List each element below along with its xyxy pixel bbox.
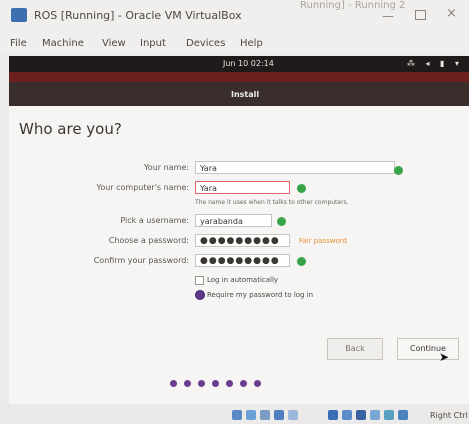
progress-dot [198, 380, 205, 387]
menu-view[interactable]: View [102, 38, 126, 49]
require-password-label[interactable]: Require my password to log in [207, 291, 313, 299]
your-name-valid-icon [394, 166, 403, 175]
window-titlebar: ROS [Running] - Oracle VM VirtualBox Run… [0, 0, 469, 34]
installer-accent-band [9, 72, 469, 82]
keyboard-icon[interactable] [398, 410, 408, 420]
recording-icon[interactable] [356, 410, 366, 420]
shared-folders-icon[interactable] [328, 410, 338, 420]
installer-content: Who are you? Your name: Yara Your comput… [9, 106, 469, 424]
host-key-label: Right Ctrl [430, 411, 468, 420]
menu-devices[interactable]: Devices [186, 38, 225, 49]
cpu-icon[interactable] [370, 410, 380, 420]
computer-name-hint: The name it uses when it talks to other … [195, 199, 349, 206]
confirm-password-input[interactable]: ●●●●●●●●● [195, 254, 290, 267]
progress-dot [170, 380, 177, 387]
menu-help[interactable]: Help [240, 38, 263, 49]
optical-drive-icon[interactable] [246, 410, 256, 420]
minimize-button[interactable]: — [382, 9, 394, 23]
window-title: ROS [Running] - Oracle VM VirtualBox [34, 9, 242, 22]
storage-icon[interactable] [232, 410, 242, 420]
audio-icon[interactable] [260, 410, 270, 420]
password-strength: Fair password [299, 237, 347, 245]
maximize-button[interactable] [415, 10, 426, 20]
confirm-password-label: Confirm your password: [93, 256, 189, 265]
menu-machine[interactable]: Machine [42, 38, 84, 49]
your-name-label: Your name: [143, 163, 189, 172]
display-icon[interactable] [342, 410, 352, 420]
network-icon[interactable] [274, 410, 284, 420]
clock[interactable]: Jun 10 02:14 [223, 59, 274, 68]
progress-dot [254, 380, 261, 387]
menu-file[interactable]: File [10, 38, 27, 49]
installer-header: Install [9, 82, 469, 106]
back-button[interactable]: Back [327, 338, 383, 360]
computer-name-valid-icon [297, 184, 306, 193]
login-automatically-checkbox[interactable] [195, 276, 204, 285]
menu-input[interactable]: Input [140, 38, 166, 49]
page-title: Who are you? [19, 120, 122, 138]
vbox-status-bar: Right Ctrl [0, 404, 469, 424]
usb-icon[interactable] [288, 410, 298, 420]
progress-dot [226, 380, 233, 387]
your-name-input[interactable]: Yara [195, 161, 395, 174]
system-tray-icons[interactable]: ⁂ ◂ ▮ ▾ [407, 59, 463, 68]
confirm-password-valid-icon [297, 257, 306, 266]
progress-dot [240, 380, 247, 387]
vbox-menubar: File Machine View Input Devices Help [0, 34, 469, 54]
guest-screen: Jun 10 02:14 ⁂ ◂ ▮ ▾ Install Who are you… [9, 56, 469, 424]
login-automatically-label[interactable]: Log in automatically [207, 276, 278, 284]
installer-title: Install [231, 90, 260, 99]
continue-button[interactable]: Continue [397, 338, 459, 360]
username-input[interactable]: yarabanda [195, 214, 272, 227]
virtualbox-window: ROS [Running] - Oracle VM VirtualBox Run… [0, 0, 469, 424]
computer-name-input[interactable]: Yara [195, 181, 290, 194]
virtualbox-app-icon [11, 8, 27, 22]
computer-name-label: Your computer's name: [96, 183, 190, 192]
username-label: Pick a username: [120, 216, 189, 225]
close-button[interactable]: × [446, 6, 457, 21]
progress-dot [184, 380, 191, 387]
ubuntu-top-bar: Jun 10 02:14 ⁂ ◂ ▮ ▾ [9, 56, 469, 72]
mouse-integration-icon[interactable] [384, 410, 394, 420]
require-password-radio[interactable] [195, 290, 205, 300]
progress-dot [212, 380, 219, 387]
password-input[interactable]: ●●●●●●●●● [195, 234, 290, 247]
username-valid-icon [277, 217, 286, 226]
mouse-cursor-icon: ➤ [439, 350, 450, 364]
password-label: Choose a password: [108, 236, 189, 245]
